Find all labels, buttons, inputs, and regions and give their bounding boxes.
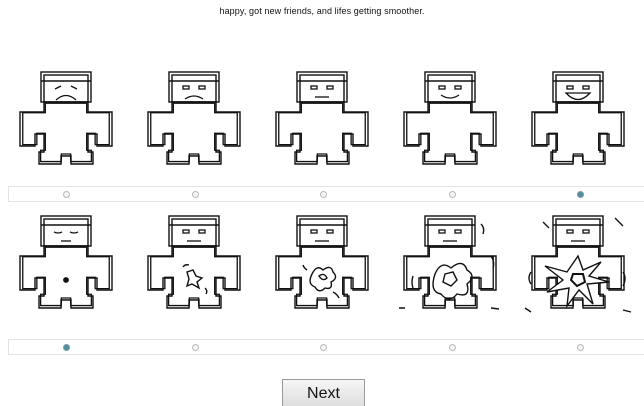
radio-cell xyxy=(132,187,259,201)
neutral-figure-icon xyxy=(275,71,369,165)
radio-button-2-3[interactable] xyxy=(320,343,327,351)
radio-button-1-5[interactable] xyxy=(577,190,584,198)
radio-button-2-1[interactable] xyxy=(63,343,70,351)
aroused-figure-icon xyxy=(275,215,369,309)
mildly-aroused-figure-icon xyxy=(147,215,241,309)
valence-scale xyxy=(2,68,642,178)
next-button[interactable]: Next xyxy=(282,379,365,406)
extremely-aroused-figure-icon xyxy=(524,215,632,313)
scale-option-1-2[interactable] xyxy=(130,68,258,178)
stimulus-text: happy, got new friends, and lifes gettin… xyxy=(219,6,425,16)
slightly-sad-figure-icon xyxy=(147,71,241,165)
radio-cell xyxy=(517,340,644,354)
arousal-scale xyxy=(2,212,642,322)
scale-option-2-4[interactable] xyxy=(386,212,514,322)
radio-button-1-1[interactable] xyxy=(63,190,70,198)
scale-option-1-3[interactable] xyxy=(258,68,386,178)
scale-option-1-5[interactable] xyxy=(514,68,642,178)
radio-button-2-2[interactable] xyxy=(191,343,199,351)
scale-option-1-4[interactable] xyxy=(386,68,514,178)
calm-figure-icon xyxy=(19,215,113,309)
radio-cell xyxy=(260,340,387,354)
radio-button-2-5[interactable] xyxy=(577,343,584,351)
radio-cell xyxy=(389,187,516,201)
radio-cell xyxy=(389,340,516,354)
radio-cell xyxy=(260,187,387,201)
scale-option-2-1[interactable] xyxy=(2,212,130,322)
arousal-radio-group xyxy=(8,339,644,355)
smiling-figure-icon xyxy=(403,71,497,165)
radio-button-2-4[interactable] xyxy=(448,343,456,351)
scale-option-2-3[interactable] xyxy=(258,212,386,322)
radio-cell xyxy=(3,187,130,201)
scale-option-2-2[interactable] xyxy=(130,212,258,322)
radio-cell xyxy=(3,340,130,354)
scale-option-1-1[interactable] xyxy=(2,68,130,178)
very-aroused-figure-icon xyxy=(399,215,500,310)
scale-option-2-5[interactable] xyxy=(514,212,642,322)
radio-cell xyxy=(517,187,644,201)
valence-radio-group xyxy=(8,186,644,202)
sad-figure-icon xyxy=(19,71,113,165)
radio-cell xyxy=(132,340,259,354)
radio-button-1-4[interactable] xyxy=(448,190,456,198)
radio-button-1-2[interactable] xyxy=(191,190,199,198)
radio-button-1-3[interactable] xyxy=(320,190,327,198)
very-happy-figure-icon xyxy=(531,71,625,165)
